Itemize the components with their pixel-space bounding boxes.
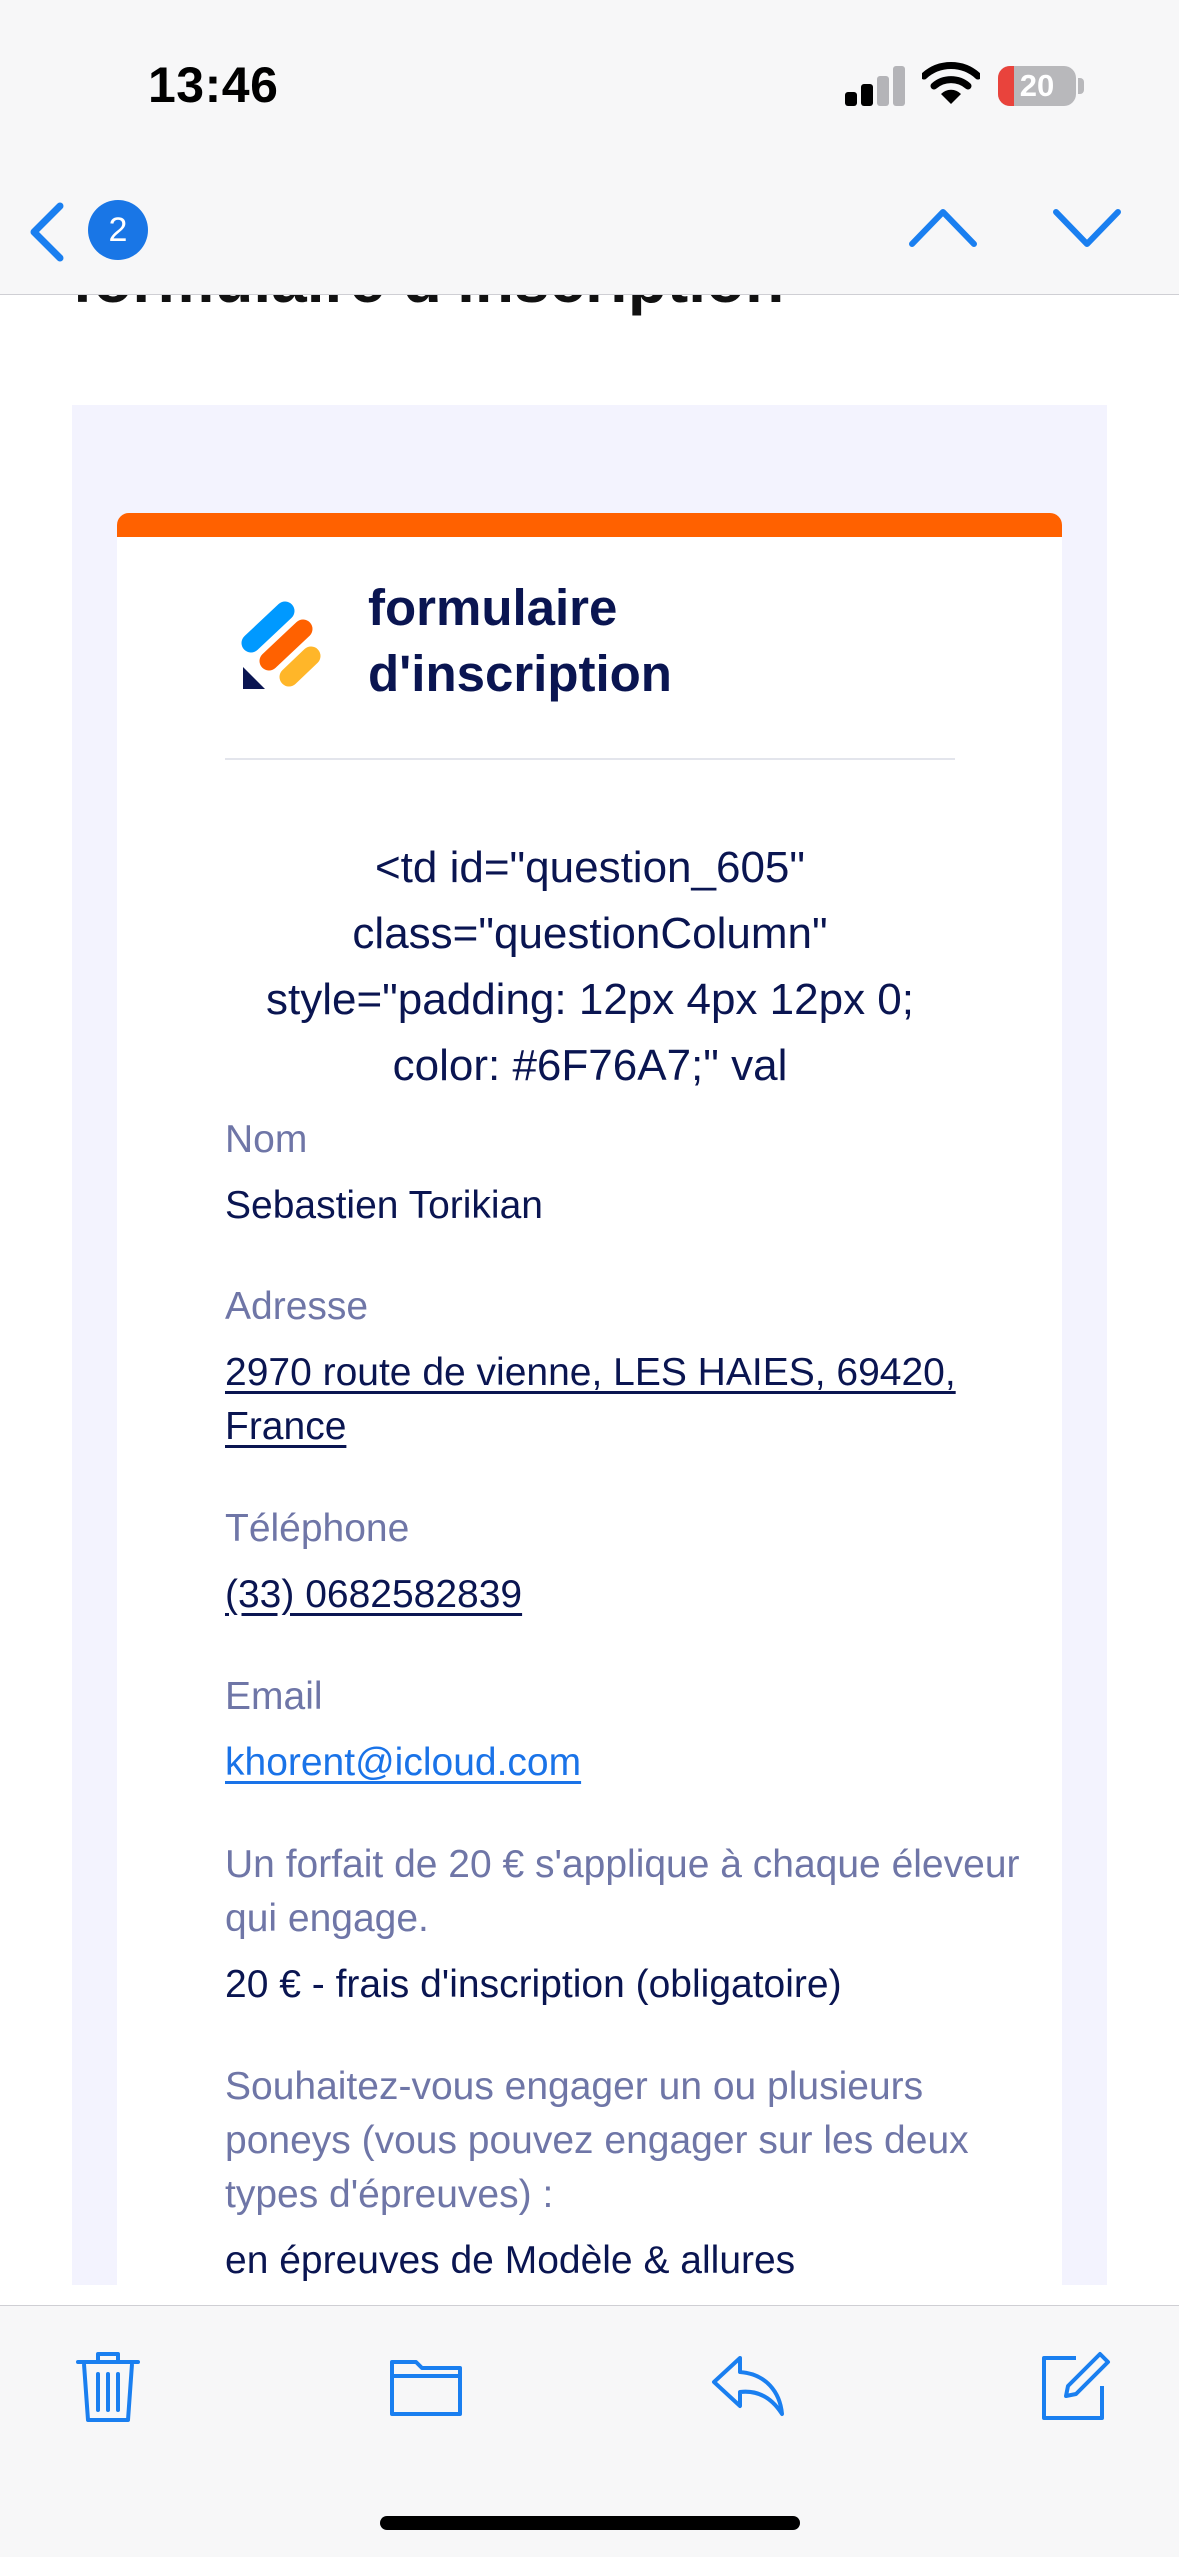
field-value: Sebastien Torikian	[225, 1184, 543, 1227]
back-chevron-icon[interactable]	[26, 200, 70, 264]
home-indicator[interactable]	[380, 2516, 800, 2530]
cellular-signal-icon	[845, 66, 905, 106]
email-body[interactable]: formulaire d'inscription formulaire d'in…	[0, 295, 1179, 2285]
field-label: Souhaitez-vous engager un ou plusieurs p…	[225, 2065, 969, 2216]
email-link[interactable]: khorent@icloud.com	[225, 1736, 1045, 1790]
field-value: en épreuves de Modèle & allures	[225, 2239, 796, 2282]
form-card: formulaire d'inscription <td id="questio…	[117, 513, 1062, 2285]
field-label: Téléphone	[225, 1507, 410, 1550]
wifi-icon	[922, 62, 980, 104]
jotform-logo-icon	[241, 601, 321, 689]
status-bar: 13:46 20	[0, 0, 1179, 170]
field-telephone: Téléphone (33) 0682582839	[225, 1502, 1045, 1622]
previous-message-chevron-up-icon[interactable]	[908, 202, 978, 252]
compose-icon[interactable]	[1036, 2348, 1112, 2424]
mail-nav-bar: 2	[0, 170, 1179, 295]
field-label: Nom	[225, 1118, 308, 1161]
field-value: 20 € - frais d'inscription (obligatoire)	[225, 1963, 842, 2006]
field-email: Email khorent@icloud.com	[225, 1670, 1045, 1790]
address-link[interactable]: 2970 route de vienne, LES HAIES, 69420, …	[225, 1346, 1045, 1454]
email-subject: formulaire d'inscription	[72, 295, 784, 317]
status-time: 13:46	[148, 57, 279, 113]
raw-html-snippet: <td id="question_605" class="questionCol…	[266, 843, 914, 1090]
battery-level: 20	[1019, 68, 1055, 103]
battery-icon: 20	[998, 66, 1076, 106]
next-message-chevron-down-icon[interactable]	[1052, 202, 1122, 252]
header-divider	[225, 758, 955, 760]
field-poneys: Souhaitez-vous engager un ou plusieurs p…	[225, 2060, 1045, 2285]
field-nom: Nom Sebastien Torikian	[225, 1113, 1045, 1233]
folder-icon[interactable]	[388, 2348, 464, 2424]
phone-link[interactable]: (33) 0682582839	[225, 1568, 1045, 1622]
field-label: Adresse	[225, 1285, 369, 1328]
unread-count-badge[interactable]: 2	[88, 200, 148, 260]
field-adresse: Adresse 2970 route de vienne, LES HAIES,…	[225, 1280, 1045, 1454]
reply-icon[interactable]	[710, 2348, 786, 2424]
card-accent-bar	[117, 513, 1062, 537]
battery-tip	[1078, 78, 1084, 94]
trash-icon[interactable]	[70, 2348, 146, 2424]
field-label: Email	[225, 1675, 323, 1718]
field-label: Un forfait de 20 € s'applique à chaque é…	[225, 1843, 1020, 1940]
field-forfait: Un forfait de 20 € s'applique à chaque é…	[225, 1838, 1045, 2012]
form-title: formulaire d'inscription	[368, 579, 672, 702]
